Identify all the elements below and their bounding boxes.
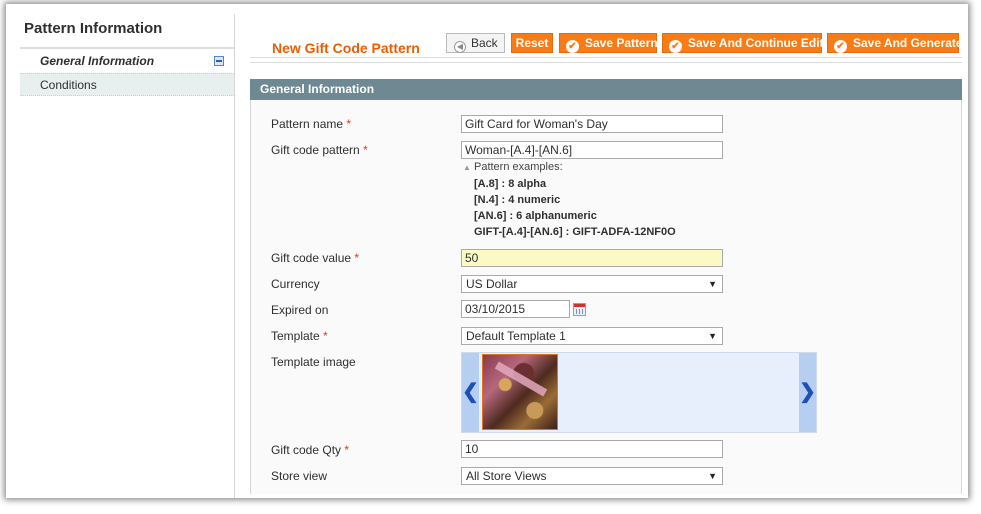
page-title: New Gift Code Pattern bbox=[272, 40, 420, 56]
calendar-icon[interactable] bbox=[573, 303, 586, 316]
sidebar-item-conditions[interactable]: Conditions bbox=[20, 73, 234, 96]
expired-on-label: Expired on bbox=[271, 303, 329, 317]
save-pattern-button[interactable]: ✔ Save Pattern bbox=[559, 33, 658, 53]
header-divider bbox=[250, 57, 962, 63]
pattern-name-label: Pattern name * bbox=[271, 117, 351, 131]
dropdown-arrow-icon: ▼ bbox=[708, 471, 717, 481]
gift-code-value-label: Gift code value * bbox=[271, 251, 359, 265]
required-marker: * bbox=[346, 117, 352, 131]
reset-button-label: Reset bbox=[515, 36, 549, 50]
pattern-example: GIFT-[A.4]-[AN.6] : GIFT-ADFA-12NF0O bbox=[474, 226, 676, 238]
template-value: Default Template 1 bbox=[466, 329, 566, 343]
template-image-label: Template image bbox=[271, 355, 356, 369]
currency-label: Currency bbox=[271, 277, 320, 291]
required-marker: * bbox=[344, 443, 350, 457]
dropdown-arrow-icon: ▼ bbox=[708, 279, 717, 289]
gift-code-qty-label: Gift code Qty * bbox=[271, 443, 349, 457]
label-text: Gift code pattern bbox=[271, 143, 360, 157]
app-window: Pattern Information General Information … bbox=[6, 4, 968, 498]
chevron-right-icon[interactable]: ❯ bbox=[799, 353, 816, 432]
gift-code-qty-input[interactable]: 10 bbox=[461, 440, 723, 458]
reset-button[interactable]: Reset bbox=[511, 33, 553, 53]
pattern-name-input[interactable]: Gift Card for Woman's Day bbox=[461, 115, 723, 133]
sidebar-item-label: Conditions bbox=[40, 78, 97, 92]
sidebar-item-general-information[interactable]: General Information bbox=[20, 50, 234, 73]
currency-value: US Dollar bbox=[466, 277, 518, 291]
section-header: General Information bbox=[250, 79, 962, 100]
chevron-left-icon[interactable]: ❮ bbox=[462, 353, 479, 432]
label-text: Gift code Qty bbox=[271, 443, 342, 457]
template-image-carousel: ❮ ❯ bbox=[461, 352, 817, 433]
save-generate-button[interactable]: ✔ Save And Generate bbox=[827, 33, 963, 53]
pattern-example: [AN.6] : 6 alphanumeric bbox=[474, 210, 597, 222]
sidebar-divider bbox=[20, 47, 234, 49]
save-continue-label: Save And Continue Edit bbox=[688, 36, 824, 50]
required-marker: * bbox=[323, 329, 328, 343]
sidebar-item-label: General Information bbox=[40, 54, 155, 68]
store-view-label: Store view bbox=[271, 469, 328, 483]
check-circle-icon: ✔ bbox=[566, 40, 579, 53]
back-button-label: Back bbox=[471, 36, 498, 50]
back-arrow-icon: ◀ bbox=[454, 41, 466, 53]
required-marker: * bbox=[363, 143, 368, 157]
gift-code-value-input[interactable]: 50 bbox=[461, 249, 723, 267]
store-view-value: All Store Views bbox=[466, 469, 547, 483]
label-text: Template bbox=[271, 329, 320, 343]
collapse-icon[interactable] bbox=[214, 56, 224, 66]
currency-select[interactable]: US Dollar ▼ bbox=[461, 275, 723, 293]
pattern-example: [N.4] : 4 numeric bbox=[474, 194, 561, 206]
section-body bbox=[250, 100, 962, 494]
triangle-up-icon: ▲ bbox=[463, 163, 471, 172]
section-title: General Information bbox=[260, 82, 375, 96]
sidebar-title: Pattern Information bbox=[24, 20, 163, 37]
template-label: Template * bbox=[271, 329, 328, 343]
check-circle-icon: ✔ bbox=[834, 40, 847, 53]
pattern-example: [A.8] : 8 alpha bbox=[474, 178, 547, 190]
label-text: Gift code value bbox=[271, 251, 352, 265]
save-continue-button[interactable]: ✔ Save And Continue Edit bbox=[662, 33, 824, 53]
sidebar: Pattern Information General Information … bbox=[20, 14, 235, 498]
dropdown-arrow-icon: ▼ bbox=[708, 331, 717, 341]
pattern-examples-toggle[interactable]: ▲ Pattern examples: bbox=[463, 161, 563, 173]
back-button[interactable]: ◀ Back bbox=[446, 33, 505, 53]
gift-code-pattern-label: Gift code pattern * bbox=[271, 143, 368, 157]
save-generate-label: Save And Generate bbox=[853, 36, 963, 50]
gift-code-pattern-input[interactable]: Woman-[A.4]-[AN.6] bbox=[461, 141, 723, 159]
check-circle-icon: ✔ bbox=[669, 40, 682, 53]
store-view-select[interactable]: All Store Views ▼ bbox=[461, 467, 723, 485]
template-select[interactable]: Default Template 1 ▼ bbox=[461, 327, 723, 345]
pattern-examples-title: Pattern examples: bbox=[473, 161, 563, 173]
required-marker: * bbox=[354, 251, 360, 265]
save-pattern-label: Save Pattern bbox=[585, 36, 658, 50]
label-text: Pattern name bbox=[271, 117, 344, 131]
template-thumbnail-image[interactable] bbox=[482, 354, 558, 430]
expired-on-input[interactable]: 03/10/2015 bbox=[461, 300, 570, 318]
